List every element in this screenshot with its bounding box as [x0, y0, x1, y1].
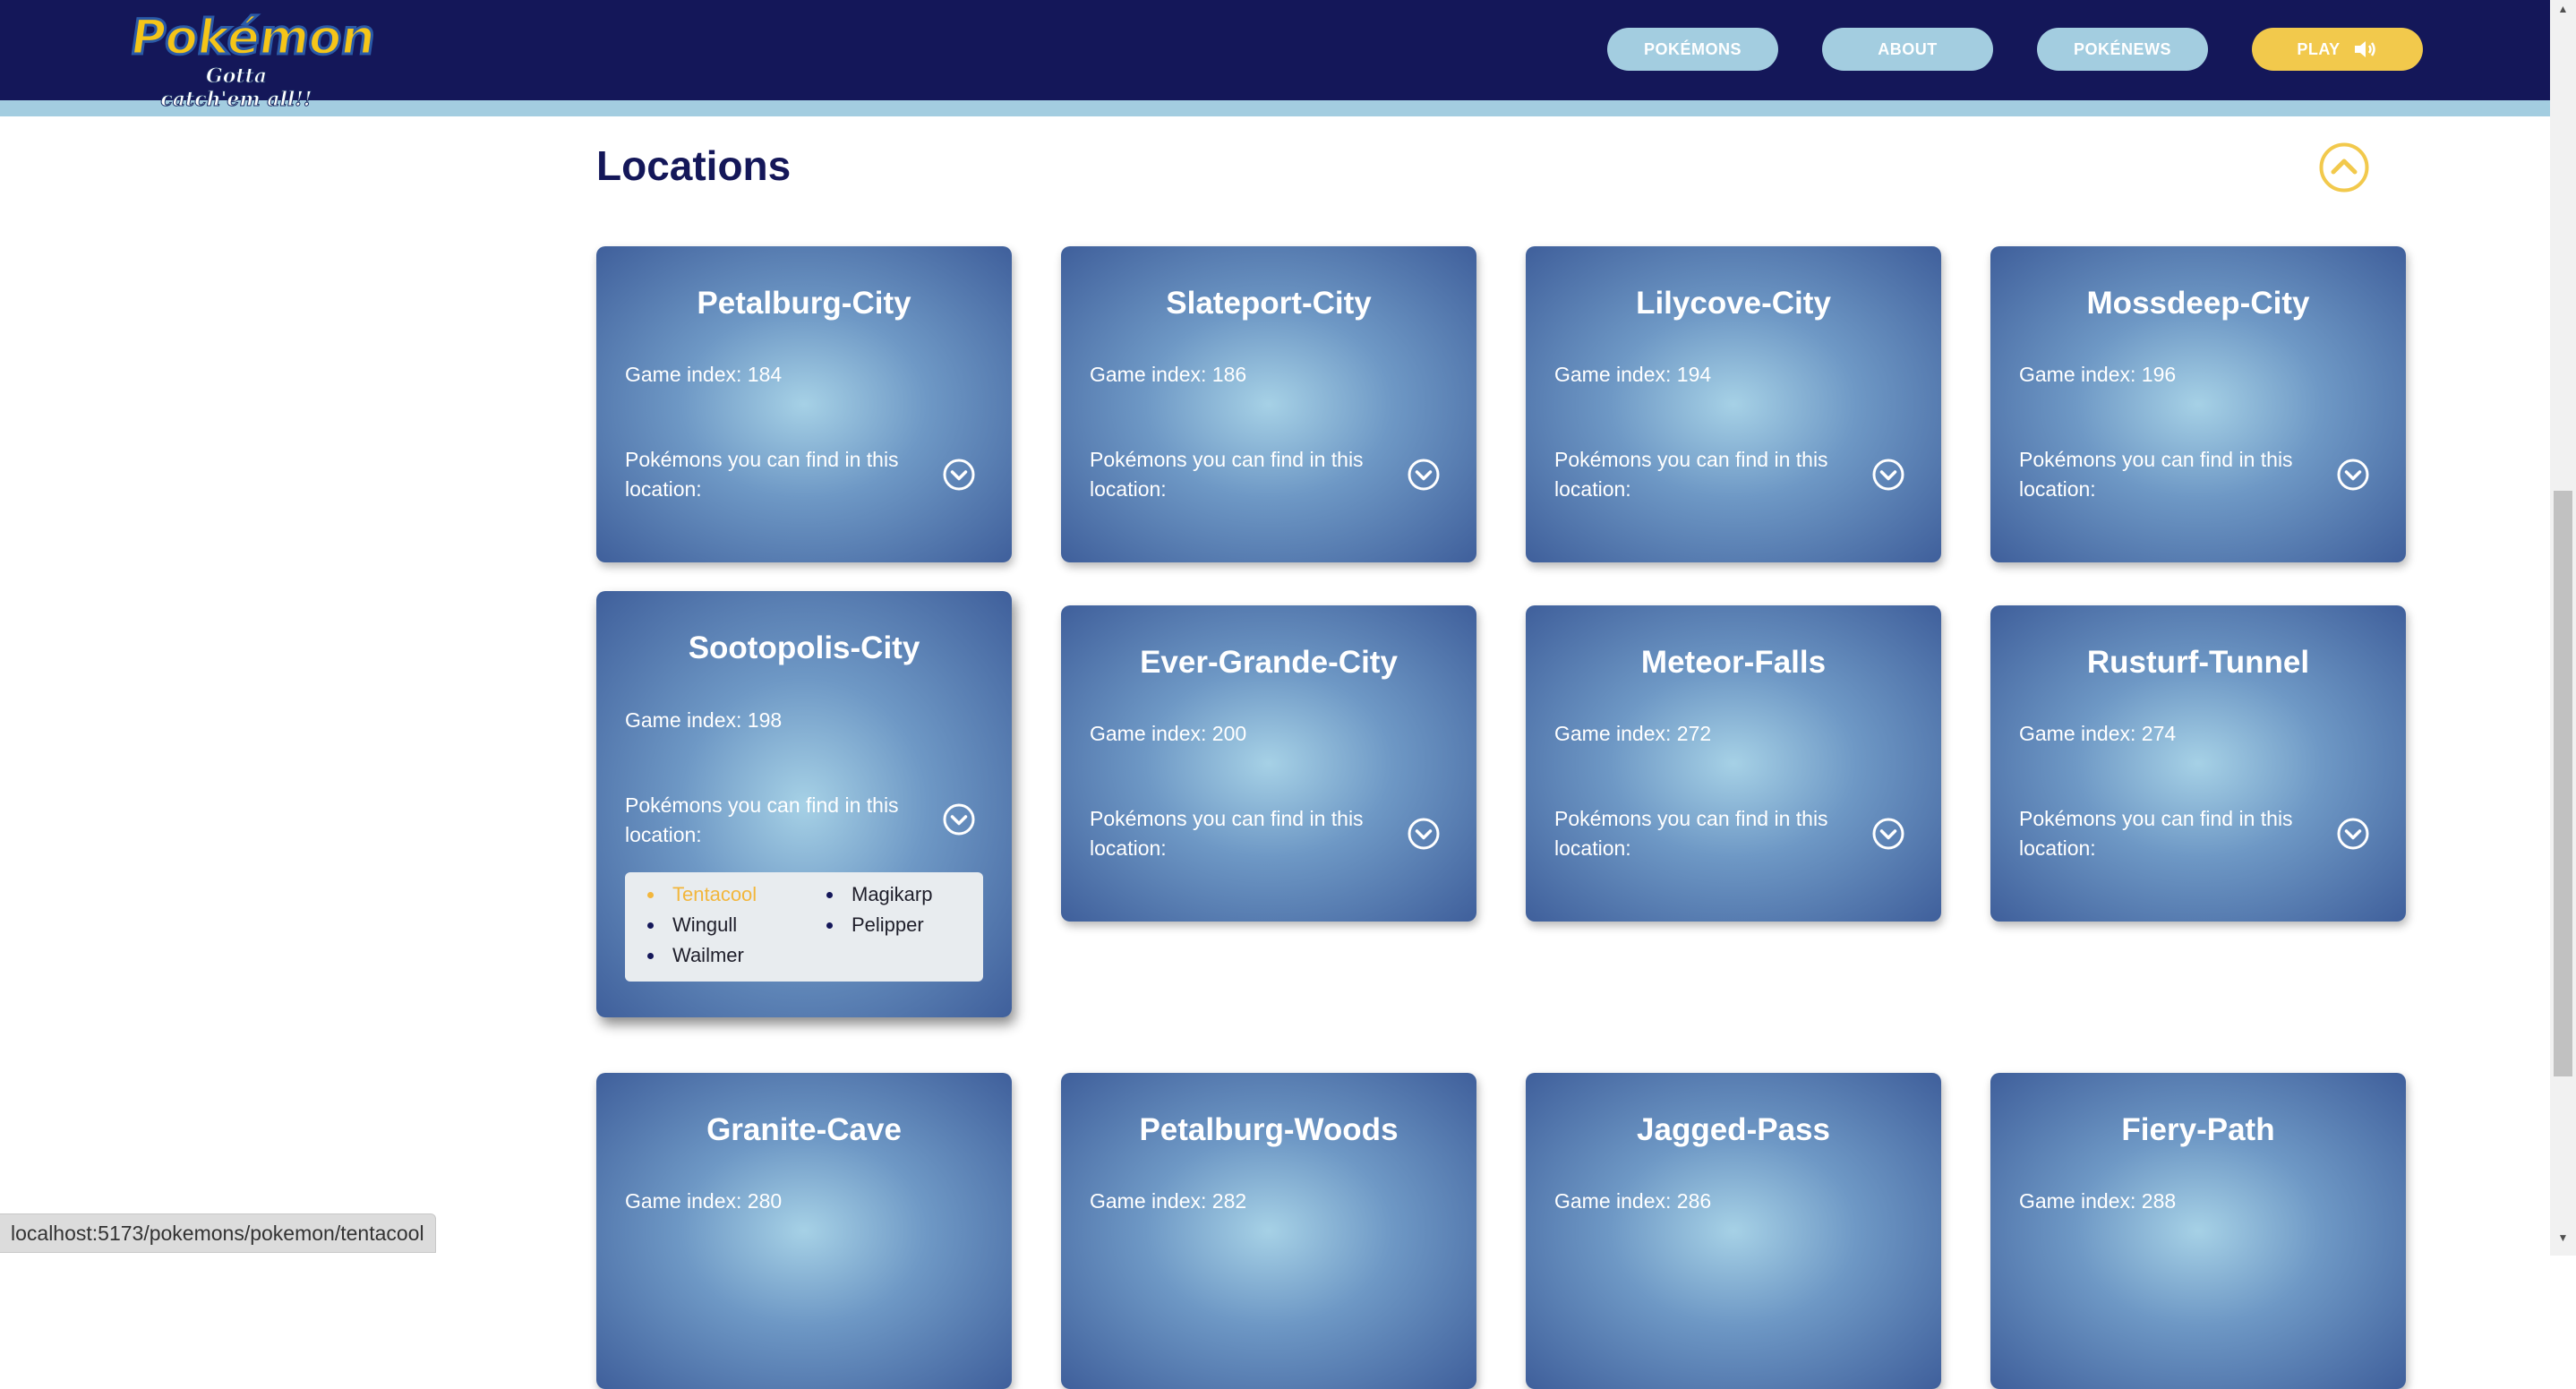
game-index: Game index: 286 — [1554, 1189, 1712, 1213]
pokemons-label: Pokémons you can find in this location: — [1090, 448, 1364, 501]
expand-chevron-icon[interactable] — [1407, 817, 1441, 851]
logo-tagline: Gotta catch'em all!! — [160, 64, 312, 112]
nav-about-label: ABOUT — [1878, 39, 1938, 58]
location-name: Sootopolis-City — [688, 630, 920, 665]
header-stripe — [0, 100, 2550, 116]
pokemons-label: Pokémons you can find in this location: — [1554, 807, 1828, 860]
game-index: Game index: 272 — [1554, 722, 1712, 745]
location-card: Granite-Cave Game index: 280 — [596, 1073, 1012, 1389]
game-index: Game index: 282 — [1090, 1189, 1247, 1213]
speaker-icon — [2353, 39, 2378, 59]
nav-play-label: PLAY — [2297, 39, 2341, 58]
scroll-up-arrow-icon[interactable]: ▲ — [2554, 0, 2572, 18]
location-card: Meteor-Falls Game index: 272 Pokémons yo… — [1526, 605, 1941, 922]
location-card: Petalburg-City Game index: 184 Pokémons … — [596, 246, 1012, 562]
expand-chevron-icon[interactable] — [2336, 817, 2370, 851]
location-name: Jagged-Pass — [1637, 1112, 1830, 1147]
location-name: Granite-Cave — [706, 1112, 902, 1147]
pokemon-link-wingull[interactable]: Wingull — [646, 913, 737, 937]
location-name: Ever-Grande-City — [1140, 645, 1398, 680]
pokemons-label: Pokémons you can find in this location: — [1090, 807, 1364, 860]
expand-chevron-icon[interactable] — [1871, 817, 1905, 851]
pokemons-label: Pokémons you can find in this location: — [625, 448, 899, 501]
location-card: Ever-Grande-City Game index: 200 Pokémon… — [1061, 605, 1476, 922]
game-index: Game index: 288 — [2019, 1189, 2177, 1213]
location-name: Petalburg-City — [697, 286, 911, 321]
scroll-down-arrow-icon[interactable]: ▼ — [2554, 1229, 2572, 1247]
location-card: Jagged-Pass Game index: 286 — [1526, 1073, 1941, 1389]
expand-chevron-icon[interactable] — [1407, 458, 1441, 492]
location-name: Lilycove-City — [1636, 286, 1831, 321]
pokemon-link-tentacool[interactable]: Tentacool — [646, 883, 757, 906]
location-card: Fiery-Path Game index: 288 — [1990, 1073, 2406, 1389]
scroll-to-top-icon[interactable] — [2319, 142, 2369, 193]
nav-about-button[interactable]: ABOUT — [1822, 28, 1993, 71]
game-index: Game index: 186 — [1090, 363, 1247, 386]
location-name: Slateport-City — [1166, 286, 1372, 321]
logo-wordmark: Pokémon — [125, 8, 380, 67]
game-index: Game index: 200 — [1090, 722, 1247, 745]
expand-chevron-icon[interactable] — [2336, 458, 2370, 492]
nav-pokenews-button[interactable]: POKÉNEWS — [2037, 28, 2208, 71]
location-name: Fiery-Path — [2121, 1112, 2275, 1147]
location-name: Meteor-Falls — [1640, 645, 1827, 680]
nav-play-button[interactable]: PLAY — [2252, 28, 2423, 71]
pokemons-label: Pokémons you can find in this location: — [625, 793, 899, 846]
nav-pokemons-button[interactable]: POKÉMONS — [1607, 28, 1778, 71]
location-name: Petalburg-Woods — [1139, 1112, 1399, 1147]
pokemon-list: Tentacool Magikarp Wingull Pelipper Wail… — [625, 872, 983, 982]
game-index: Game index: 184 — [625, 363, 783, 386]
game-index: Game index: 198 — [625, 708, 783, 732]
pokemon-link-wailmer[interactable]: Wailmer — [647, 944, 744, 967]
location-card: Mossdeep-City Game index: 196 Pokémons y… — [1990, 246, 2406, 562]
location-card: Petalburg-Woods Game index: 282 — [1061, 1073, 1476, 1389]
expand-chevron-icon[interactable] — [1871, 458, 1905, 492]
location-card: Rusturf-Tunnel Game index: 274 Pokémons … — [1990, 605, 2406, 922]
expand-chevron-icon[interactable] — [942, 802, 976, 836]
pokemon-link-pelipper[interactable]: Pelipper — [826, 913, 924, 937]
scrollbar-thumb[interactable] — [2554, 491, 2572, 1076]
location-card: Slateport-City Game index: 186 Pokémons … — [1061, 246, 1476, 562]
link-status-bar: localhost:5173/pokemons/pokemon/tentacoo… — [0, 1213, 436, 1253]
game-index: Game index: 274 — [2019, 722, 2177, 745]
location-name: Mossdeep-City — [2086, 286, 2310, 321]
pokemon-link-magikarp[interactable]: Magikarp — [826, 883, 932, 906]
nav-pokenews-label: POKÉNEWS — [2073, 39, 2171, 58]
location-name: Rusturf-Tunnel — [2086, 645, 2310, 680]
section-title: Locations — [596, 142, 792, 189]
location-card: Lilycove-City Game index: 194 Pokémons y… — [1526, 246, 1941, 562]
nav-pokemons-label: POKÉMONS — [1643, 39, 1742, 58]
expand-chevron-icon[interactable] — [942, 458, 976, 492]
pokemons-label: Pokémons you can find in this location: — [1554, 448, 1828, 501]
pokemon-logo[interactable]: Pokémon Gotta catch'em all!! — [125, 4, 380, 112]
location-card-expanded: Sootopolis-City Game index: 198 Pokémons… — [596, 591, 1012, 1017]
game-index: Game index: 194 — [1554, 363, 1712, 386]
game-index: Game index: 280 — [625, 1189, 783, 1213]
pokemons-label: Pokémons you can find in this location: — [2019, 807, 2293, 860]
pokemons-label: Pokémons you can find in this location: — [2019, 448, 2293, 501]
game-index: Game index: 196 — [2019, 363, 2177, 386]
